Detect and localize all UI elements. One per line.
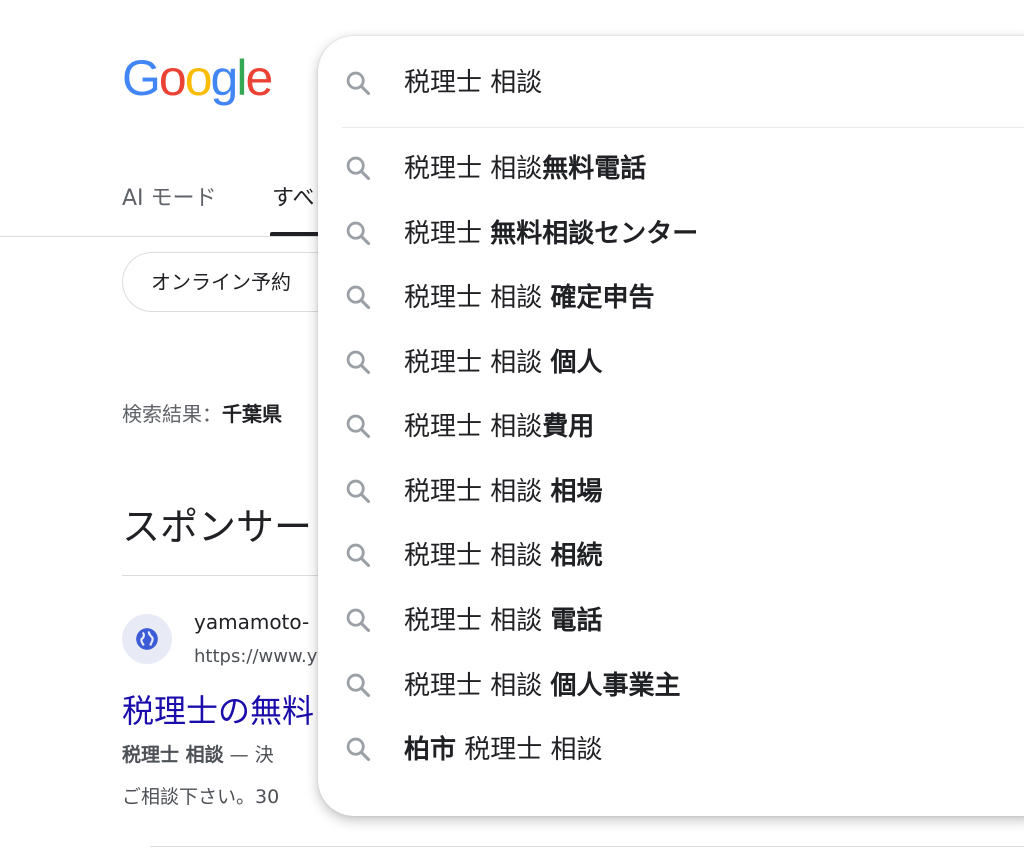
suggestion-bold: 費用 [542,412,595,442]
globe-icon [122,614,172,664]
logo-letter: l [236,50,247,106]
suggestion-item[interactable]: 税理士 相談費用 [318,394,1024,458]
suggestion-text: 税理士 相談 相続 [404,535,603,572]
search-icon [346,221,371,246]
suggestion-bold: 個人 [550,348,603,378]
suggestion-item[interactable]: 税理士 無料相談センター [318,201,1024,265]
suggestion-text: 税理士 相談 相場 [404,471,603,508]
ad-snippet-bold: 税理士 相談 [122,744,224,766]
suggestion-item[interactable]: 税理士 相談 相場 [318,459,1024,523]
ad-snippet-rest: — 決 [223,744,274,766]
search-icon [346,156,371,181]
search-box[interactable]: 税理士 相談 [318,36,1024,126]
suggestion-item[interactable]: 柏市 税理士 相談 [318,717,1024,781]
suggestion-text: 税理士 相談 個人 [404,342,603,379]
ad-site-name[interactable]: yamamoto- [194,610,309,634]
tab-all[interactable]: すべ [272,180,314,212]
suggestion-plain: 税理士 相談 [404,541,551,571]
suggestion-item[interactable]: 税理士 相談 相続 [318,523,1024,587]
suggestion-bold: 相場 [550,477,603,507]
suggestion-plain: 税理士 相談 [456,735,603,765]
suggestion-text: 税理士 無料相談センター [404,213,698,250]
suggestion-plain: 税理士 相談 [404,348,551,378]
suggestion-plain: 税理士 相談 [404,154,543,184]
tab-ai-mode[interactable]: AI モード [122,180,217,212]
search-icon [346,673,371,698]
results-prefix: 検索結果： [122,402,222,426]
suggestion-text: 税理士 相談 電話 [404,600,603,637]
ad-snippet: 税理士 相談 — 決 [122,740,274,767]
ad-url[interactable]: https://www.y [194,646,317,667]
suggestion-bold: 相続 [550,541,603,571]
suggestion-plain: 税理士 相談 [404,412,543,442]
sponsored-heading: スポンサー [122,505,313,549]
suggestion-plain: 税理士 [404,219,491,249]
suggestion-bold: 無料相談センター [490,219,699,249]
google-logo[interactable]: Google [122,48,273,108]
results-location-line: 検索結果：千葉県 [122,398,282,427]
dropdown-divider [342,127,1024,128]
logo-letter: g [210,50,239,106]
suggestion-item[interactable]: 税理士 相談 電話 [318,588,1024,652]
autocomplete-dropdown: 税理士 相談 税理士 相談無料電話 税理士 無料相談センター 税理士 相談 確定… [318,36,1024,816]
suggestion-text: 税理士 相談 個人事業主 [404,665,681,702]
suggestion-plain: 税理士 相談 [404,671,551,701]
suggestion-text: 柏市 税理士 相談 [404,729,603,766]
suggestion-item[interactable]: 税理士 相談 個人 [318,330,1024,394]
search-icon [346,414,371,439]
search-icon [346,737,371,762]
search-icon [346,479,371,504]
search-input[interactable]: 税理士 相談 [404,62,542,99]
suggestion-text: 税理士 相談 確定申告 [404,277,655,314]
result-divider [150,846,1024,847]
ad-title-link[interactable]: 税理士の無料 [122,686,314,732]
search-icon [346,285,371,310]
ad-snippet-line2: ご相談下さい。30 [122,786,280,808]
suggestion-text: 税理士 相談無料電話 [404,148,646,185]
suggestion-bold: 無料電話 [542,154,647,184]
sponsored-divider [122,575,342,576]
search-icon [346,350,371,375]
logo-letter: o [158,50,187,106]
suggestion-item[interactable]: 税理士 相談 確定申告 [318,265,1024,329]
suggestion-item[interactable]: 税理士 相談 個人事業主 [318,653,1024,717]
suggestion-bold: 個人事業主 [550,671,681,701]
suggestion-bold: 確定申告 [550,283,655,313]
search-icon [346,71,371,96]
suggestion-plain: 税理士 相談 [404,283,551,313]
logo-letter: o [184,50,213,106]
suggestion-text: 税理士 相談費用 [404,406,594,443]
logo-letter: G [122,50,161,106]
suggestion-bold: 柏市 [404,735,457,765]
results-location[interactable]: 千葉県 [222,402,282,426]
suggestion-item[interactable]: 税理士 相談無料電話 [318,136,1024,200]
suggestion-plain: 税理士 相談 [404,477,551,507]
search-icon [346,608,371,633]
suggestion-plain: 税理士 相談 [404,606,551,636]
search-icon [346,543,371,568]
logo-letter: e [245,50,273,106]
suggestion-bold: 電話 [550,606,603,636]
